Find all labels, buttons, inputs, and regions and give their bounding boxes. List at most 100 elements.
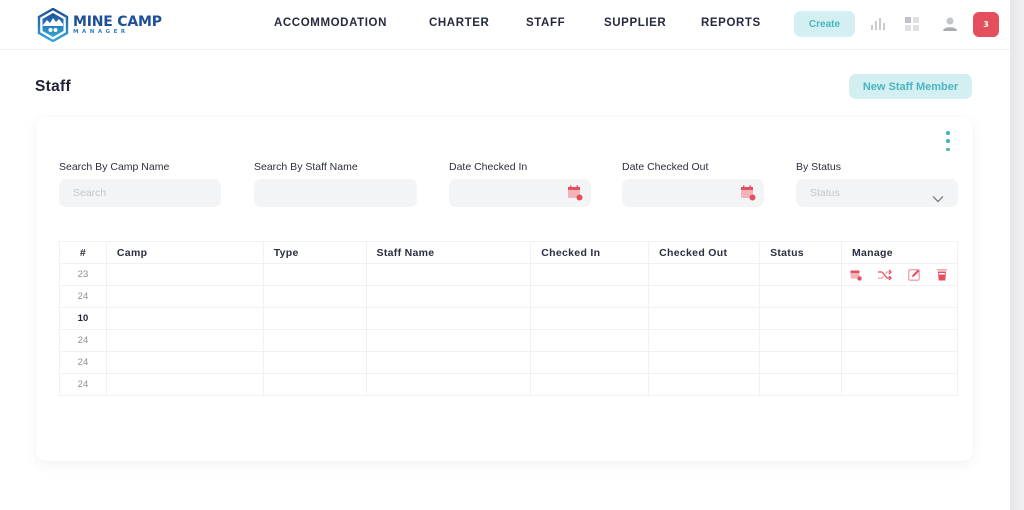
checked-in-filter-label: Date Checked In — [449, 161, 528, 173]
cell-status — [759, 307, 842, 330]
cell-type — [262, 373, 367, 396]
logo-icon — [37, 8, 69, 42]
staff-search-input[interactable] — [268, 187, 417, 199]
manage-actions — [842, 268, 957, 281]
checked-out-filter-label: Date Checked Out — [622, 161, 709, 173]
nav-reports[interactable]: REPORTS — [701, 17, 761, 29]
staff-table: # Camp Type Staff Name Checked In Checke… — [59, 241, 959, 396]
calendar-icon[interactable] — [567, 185, 583, 205]
shuffle-icon[interactable] — [877, 269, 893, 281]
cell-camp — [105, 263, 264, 286]
nav-supplier[interactable]: SUPPLIER — [604, 17, 666, 29]
chevron-down-icon — [932, 188, 944, 207]
cell-manage — [840, 307, 959, 330]
user-icon[interactable] — [940, 14, 960, 34]
table-row[interactable]: 10 — [59, 307, 959, 330]
cell-checked-in — [530, 373, 650, 396]
row-number: 23 — [59, 263, 107, 286]
cell-checked-out — [648, 285, 761, 308]
bar-chart-icon[interactable] — [868, 14, 888, 34]
row-number: 24 — [59, 373, 107, 396]
cell-checked-in — [530, 285, 650, 308]
cell-staff-name — [365, 285, 532, 308]
cell-type — [262, 351, 367, 374]
create-button[interactable]: Create — [794, 11, 855, 37]
cell-camp — [105, 351, 264, 374]
cell-manage — [840, 351, 959, 374]
notification-badge[interactable]: 3 — [973, 12, 999, 37]
cell-checked-out — [648, 263, 761, 286]
checked-in-date-input[interactable] — [449, 179, 591, 207]
cell-checked-in — [530, 329, 650, 352]
cell-manage — [840, 329, 959, 352]
cell-staff-name — [365, 329, 532, 352]
calendar-icon[interactable] — [740, 185, 756, 205]
camp-filter: Search By Camp Name — [59, 161, 221, 207]
delete-icon[interactable] — [936, 268, 948, 281]
cell-checked-out — [648, 307, 761, 330]
cell-checked-in — [530, 307, 650, 330]
column-header-camp[interactable]: Camp — [105, 241, 264, 264]
cell-type — [262, 285, 367, 308]
more-options-icon[interactable] — [943, 131, 953, 151]
calendar-icon[interactable] — [850, 269, 862, 281]
checked-in-filter: Date Checked In — [449, 161, 591, 207]
column-header-checked-in[interactable]: Checked In — [530, 241, 650, 264]
column-header-staff-name[interactable]: Staff Name — [365, 241, 532, 264]
checked-out-filter: Date Checked Out — [622, 161, 764, 207]
edit-icon[interactable] — [908, 268, 921, 281]
nav-charter[interactable]: CHARTER — [429, 17, 489, 29]
column-header-status[interactable]: Status — [759, 241, 842, 264]
status-select[interactable]: Status — [796, 179, 958, 207]
staff-filter-label: Search By Staff Name — [254, 161, 358, 173]
checked-out-date-input[interactable] — [622, 179, 764, 207]
cell-type — [262, 263, 367, 286]
status-select-value: Status — [810, 187, 840, 199]
table-row[interactable]: 23 — [59, 263, 959, 286]
nav-accommodation[interactable]: ACCOMMODATION — [274, 17, 387, 29]
page: MINE CAMP MANAGER ACCOMMODATION CHARTER … — [0, 0, 1010, 510]
logo[interactable]: MINE CAMP MANAGER — [37, 8, 162, 42]
cell-checked-in — [530, 263, 650, 286]
scrollbar[interactable] — [1010, 0, 1024, 510]
cell-status — [759, 329, 842, 352]
cell-type — [262, 329, 367, 352]
grid-icon[interactable] — [902, 14, 922, 34]
nav-staff[interactable]: STAFF — [526, 17, 565, 29]
cell-staff-name — [365, 373, 532, 396]
top-navbar: MINE CAMP MANAGER ACCOMMODATION CHARTER … — [0, 0, 1010, 50]
cell-checked-out — [648, 351, 761, 374]
cell-camp — [105, 373, 264, 396]
table-row[interactable]: 24 — [59, 351, 959, 374]
column-header-manage: Manage — [840, 241, 959, 264]
cell-manage — [840, 373, 959, 396]
page-title: Staff — [35, 78, 71, 95]
column-header-type[interactable]: Type — [262, 241, 367, 264]
logo-title: MINE CAMP — [73, 13, 162, 30]
row-number: 24 — [59, 285, 107, 308]
camp-search-input[interactable] — [73, 187, 221, 199]
staff-card: Search By Camp Name Search By Staff Name… — [36, 117, 973, 461]
cell-manage — [840, 263, 959, 286]
staff-filter: Search By Staff Name — [254, 161, 417, 207]
cell-staff-name — [365, 351, 532, 374]
new-staff-member-button[interactable]: New Staff Member — [849, 74, 972, 99]
row-number: 24 — [59, 329, 107, 352]
row-number: 24 — [59, 351, 107, 374]
table-row[interactable]: 24 — [59, 329, 959, 352]
cell-staff-name — [365, 263, 532, 286]
cell-staff-name — [365, 307, 532, 330]
cell-status — [759, 263, 842, 286]
column-header-checked-out[interactable]: Checked Out — [648, 241, 761, 264]
cell-status — [759, 285, 842, 308]
cell-manage — [840, 285, 959, 308]
cell-camp — [105, 329, 264, 352]
table-header-row: # Camp Type Staff Name Checked In Checke… — [59, 241, 959, 264]
cell-camp — [105, 307, 264, 330]
table-row[interactable]: 24 — [59, 373, 959, 396]
camp-filter-label: Search By Camp Name — [59, 161, 170, 173]
cell-checked-out — [648, 373, 761, 396]
table-row[interactable]: 24 — [59, 285, 959, 308]
column-header-number[interactable]: # — [59, 241, 107, 264]
cell-status — [759, 351, 842, 374]
